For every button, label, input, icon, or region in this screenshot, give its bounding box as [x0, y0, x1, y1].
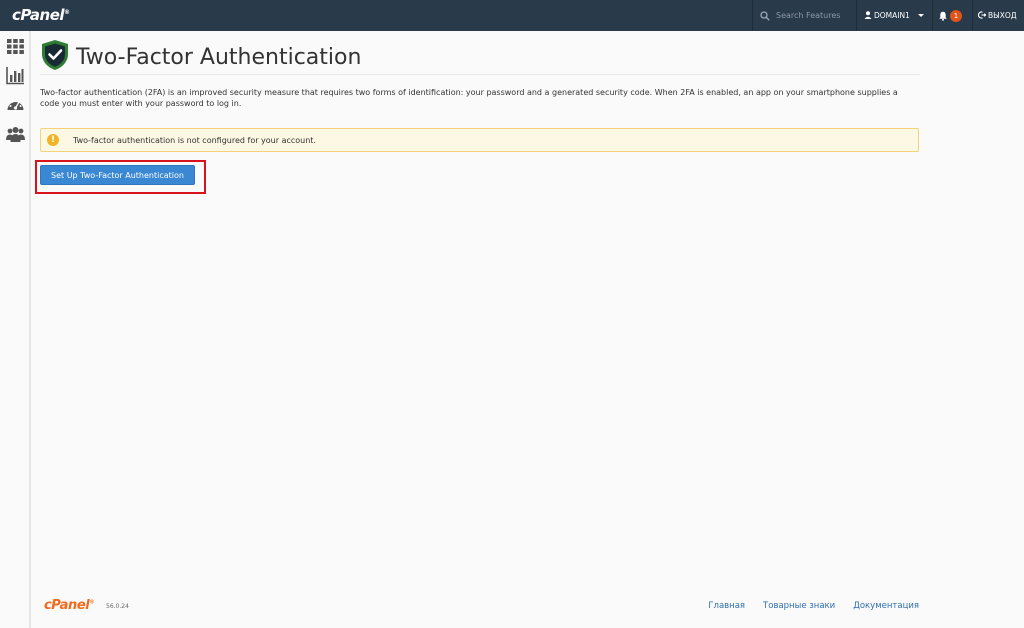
notification-badge: 1 — [950, 9, 962, 22]
divider — [40, 74, 920, 75]
sidebar-item-users[interactable] — [6, 125, 25, 144]
setup-2fa-button[interactable]: Set Up Two-Factor Authentication — [40, 165, 195, 185]
user-icon — [864, 10, 874, 21]
footer-link-home[interactable]: Главная — [708, 601, 745, 611]
alert-text: Two-factor authentication is not configu… — [73, 135, 316, 145]
grid-icon — [6, 39, 25, 60]
top-navbar: cPanel® DOMAIN1 1 ВЫХОД — [0, 0, 1024, 31]
footer-links: Главная Товарные знаки Документация — [708, 601, 919, 611]
sidebar-item-home[interactable] — [6, 37, 25, 56]
logout-button[interactable]: ВЫХОД — [972, 0, 1024, 31]
chevron-down-icon — [917, 14, 924, 17]
footer-link-documentation[interactable]: Документация — [853, 601, 919, 611]
sidebar-item-stats[interactable] — [6, 66, 25, 85]
notifications-button[interactable]: 1 — [932, 0, 972, 31]
bell-icon — [938, 6, 948, 25]
dashboard-gauge-icon — [6, 99, 25, 119]
alert-icon-box: ! — [41, 129, 65, 151]
logout-icon — [977, 10, 988, 21]
search-icon — [760, 6, 770, 25]
users-icon — [6, 127, 25, 148]
logo-text: cPanel — [12, 6, 65, 24]
user-menu[interactable]: DOMAIN1 — [856, 0, 932, 31]
cpanel-logo[interactable]: cPanel® — [12, 6, 70, 24]
footer-link-trademarks[interactable]: Товарные знаки — [763, 601, 835, 611]
user-label: DOMAIN1 — [874, 11, 910, 20]
page-title: Two-Factor Authentication — [76, 44, 362, 70]
search-box[interactable] — [752, 0, 856, 31]
warning-alert: ! Two-factor authentication is not confi… — [40, 128, 919, 152]
bar-chart-icon — [6, 67, 25, 89]
logout-label: ВЫХОД — [988, 11, 1017, 20]
footer-cpanel-logo[interactable]: cPanel® — [44, 598, 94, 613]
sidebar-item-dashboard[interactable] — [6, 96, 25, 115]
shield-check-icon — [40, 39, 70, 75]
search-input[interactable] — [776, 11, 856, 20]
sidebar — [0, 31, 31, 628]
version-label: 56.0.24 — [106, 603, 129, 610]
footer-logo-text: cPanel — [44, 598, 90, 613]
exclamation-icon: ! — [47, 134, 59, 146]
page-description: Two-factor authentication (2FA) is an im… — [40, 88, 898, 108]
page-header: Two-Factor Authentication — [40, 39, 920, 75]
